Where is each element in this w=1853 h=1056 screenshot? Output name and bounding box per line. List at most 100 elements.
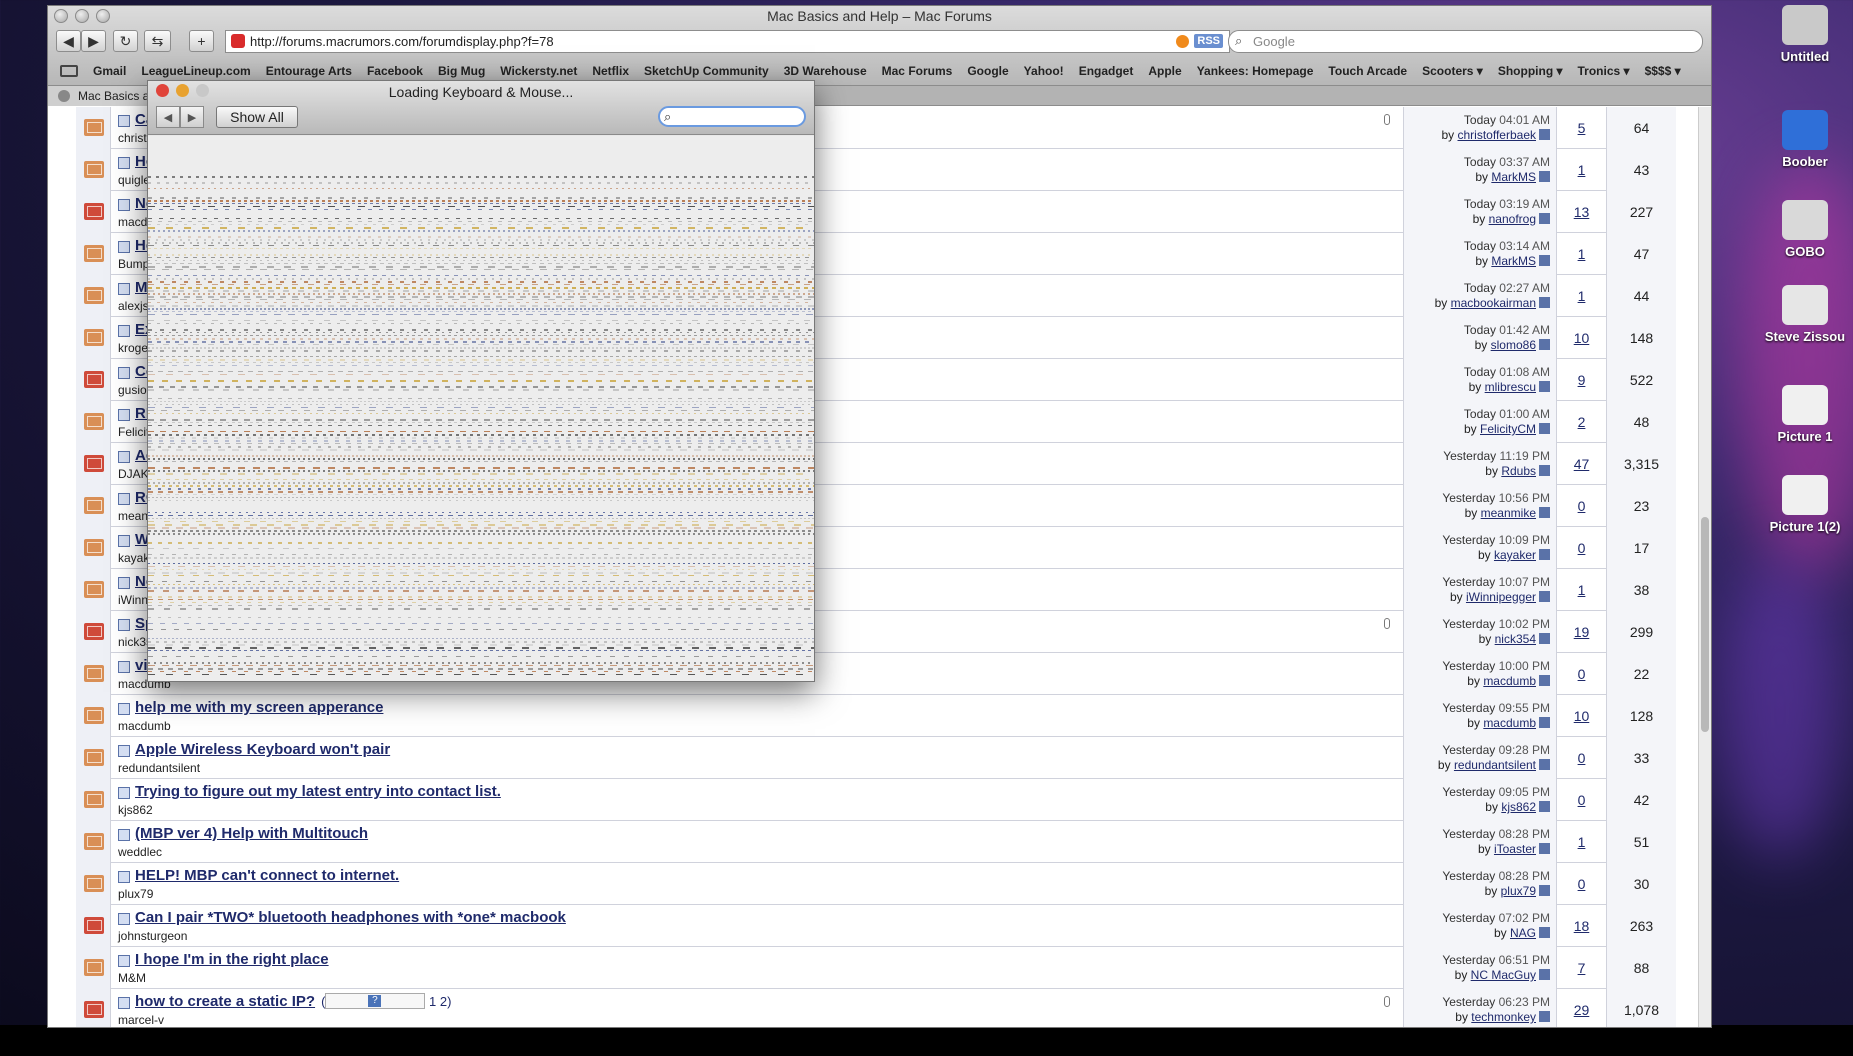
show-all-button[interactable]: Show All — [216, 106, 298, 128]
reply-count-link[interactable]: 10 — [1556, 695, 1606, 737]
reply-count-link[interactable]: 1 — [1556, 233, 1606, 275]
bookmark-item[interactable]: Google — [967, 64, 1008, 78]
reply-count-link[interactable]: 1 — [1556, 569, 1606, 611]
last-poster-link[interactable]: redundantsilent — [1454, 758, 1536, 772]
reply-count-link[interactable]: 7 — [1556, 947, 1606, 989]
go-to-last-post-icon[interactable] — [1539, 339, 1550, 350]
thread-title-link[interactable]: HELP! MBP can't connect to internet. — [135, 867, 399, 884]
reply-count-link[interactable]: 29 — [1556, 989, 1606, 1027]
last-poster-link[interactable]: NC MacGuy — [1471, 968, 1536, 982]
desktop-icon[interactable]: Picture 1 — [1750, 385, 1853, 444]
go-to-last-post-icon[interactable] — [1539, 297, 1550, 308]
last-poster-link[interactable]: christofferbaek — [1458, 128, 1537, 142]
thread-author[interactable]: johnsturgeon — [118, 929, 187, 943]
last-poster-link[interactable]: macdumb — [1483, 716, 1536, 730]
last-poster-link[interactable]: meanmike — [1481, 506, 1536, 520]
bookmark-item[interactable]: Tronics ▾ — [1578, 64, 1630, 78]
close-tab-icon[interactable] — [58, 90, 70, 102]
page-numbers[interactable]: 1 2) — [425, 994, 451, 1009]
thread-author[interactable]: kroge — [118, 341, 148, 355]
reply-count-link[interactable]: 18 — [1556, 905, 1606, 947]
go-to-last-post-icon[interactable] — [1539, 129, 1550, 140]
reply-count-link[interactable]: 13 — [1556, 191, 1606, 233]
last-poster-link[interactable]: iToaster — [1494, 842, 1536, 856]
last-poster-link[interactable]: nanofrog — [1489, 212, 1536, 226]
last-poster-link[interactable]: mlibrescu — [1485, 380, 1536, 394]
reply-count-link[interactable]: 1 — [1556, 275, 1606, 317]
reply-count-link[interactable]: 1 — [1556, 149, 1606, 191]
last-poster-link[interactable]: plux79 — [1501, 884, 1536, 898]
go-to-last-post-icon[interactable] — [1539, 255, 1550, 266]
thread-title-link[interactable]: I hope I'm in the right place — [135, 951, 329, 968]
thread-author[interactable]: Felicit — [118, 425, 149, 439]
bookmark-item[interactable]: Netflix — [592, 64, 629, 78]
reply-count-link[interactable]: 1 — [1556, 821, 1606, 863]
go-to-last-post-icon[interactable] — [1539, 633, 1550, 644]
last-poster-link[interactable]: MarkMS — [1491, 254, 1536, 268]
reload-button[interactable]: ↻ — [113, 30, 138, 52]
last-poster-link[interactable]: MarkMS — [1491, 170, 1536, 184]
forward-button[interactable]: ▶ — [81, 30, 106, 52]
go-to-last-post-icon[interactable] — [1539, 675, 1550, 686]
bookmark-item[interactable]: Touch Arcade — [1328, 64, 1407, 78]
last-poster-link[interactable]: nick354 — [1495, 632, 1536, 646]
google-search-field[interactable]: ⌕ Google — [1228, 30, 1703, 53]
go-to-last-post-icon[interactable] — [1539, 381, 1550, 392]
add-bookmark-button[interactable]: + — [189, 30, 214, 52]
bookmark-item[interactable]: Shopping ▾ — [1498, 64, 1563, 78]
thread-author[interactable]: plux79 — [118, 887, 153, 901]
reply-count-link[interactable]: 2 — [1556, 401, 1606, 443]
thread-author[interactable]: kayak — [118, 551, 149, 565]
thread-title-link[interactable]: Apple Wireless Keyboard won't pair — [135, 741, 390, 758]
go-to-last-post-icon[interactable] — [1539, 213, 1550, 224]
snapback-button[interactable]: ⇆ — [144, 30, 171, 52]
reply-count-link[interactable]: 9 — [1556, 359, 1606, 401]
go-to-last-post-icon[interactable] — [1539, 717, 1550, 728]
desktop-icon[interactable]: GOBO — [1750, 200, 1853, 259]
desktop-icon[interactable]: Untitled — [1750, 5, 1853, 64]
bookmark-item[interactable]: Engadget — [1079, 64, 1134, 78]
thread-title-link[interactable]: how to create a static IP?(? 1 2) — [135, 993, 451, 1010]
thread-author[interactable]: kjs862 — [118, 803, 153, 817]
go-to-last-post-icon[interactable] — [1539, 801, 1550, 812]
back-button[interactable]: ◀ — [56, 30, 81, 52]
bookmark-item[interactable]: Facebook — [367, 64, 423, 78]
last-poster-link[interactable]: macdumb — [1483, 674, 1536, 688]
reply-count-link[interactable]: 47 — [1556, 443, 1606, 485]
bookmark-item[interactable]: Yahoo! — [1024, 64, 1064, 78]
thread-author[interactable]: meani — [118, 509, 151, 523]
reply-count-link[interactable]: 0 — [1556, 779, 1606, 821]
thread-author[interactable]: Bump — [118, 257, 149, 271]
reply-count-link[interactable]: 0 — [1556, 737, 1606, 779]
desktop-icon[interactable]: Steve Zissou — [1750, 285, 1853, 344]
address-bar[interactable]: http://forums.macrumors.com/forumdisplay… — [225, 30, 1230, 53]
reply-count-link[interactable]: 0 — [1556, 863, 1606, 905]
thread-author[interactable]: weddlec — [118, 845, 162, 859]
bookmarks-book-icon[interactable] — [60, 65, 78, 77]
go-to-last-post-icon[interactable] — [1539, 843, 1550, 854]
bookmark-item[interactable]: Wickersty.net — [500, 64, 577, 78]
thread-author[interactable]: marcel-v — [118, 1013, 164, 1027]
reply-count-link[interactable]: 0 — [1556, 653, 1606, 695]
reply-count-link[interactable]: 5 — [1556, 107, 1606, 149]
prefs-back-button[interactable]: ◀ — [156, 106, 180, 128]
bookmark-item[interactable]: Scooters ▾ — [1422, 64, 1483, 78]
thread-author[interactable]: redundantsilent — [118, 761, 200, 775]
thread-author[interactable]: alexjs — [118, 299, 149, 313]
vertical-scrollbar[interactable] — [1698, 107, 1711, 1027]
reply-count-link[interactable]: 10 — [1556, 317, 1606, 359]
thread-author[interactable]: macdumb — [118, 719, 171, 733]
thread-title-link[interactable]: (MBP ver 4) Help with Multitouch — [135, 825, 368, 842]
thread-author[interactable]: M&M — [118, 971, 146, 985]
bookmark-item[interactable]: 3D Warehouse — [784, 64, 867, 78]
desktop-icon[interactable]: Boober — [1750, 110, 1853, 169]
bookmark-item[interactable]: Big Mug — [438, 64, 485, 78]
go-to-last-post-icon[interactable] — [1539, 591, 1550, 602]
scrollbar-thumb[interactable] — [1701, 517, 1709, 732]
page-jump[interactable]: (? 1 2) — [321, 993, 451, 1009]
thread-title-link[interactable]: help me with my screen apperance — [135, 699, 383, 716]
go-to-last-post-icon[interactable] — [1539, 927, 1550, 938]
thread-author[interactable]: iWinni — [118, 593, 151, 607]
go-to-last-post-icon[interactable] — [1539, 969, 1550, 980]
desktop-icon[interactable]: Picture 1(2) — [1750, 475, 1853, 534]
